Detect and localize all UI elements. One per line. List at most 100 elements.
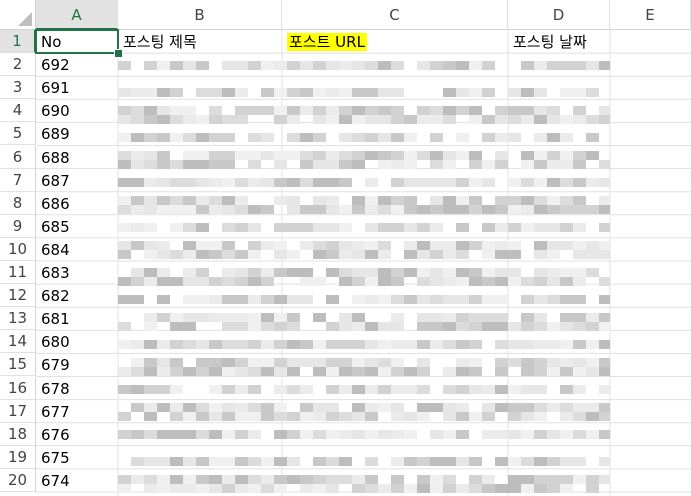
row-header-19[interactable]: 19 [0,445,36,469]
row-header-7[interactable]: 7 [0,168,36,192]
redaction-block [183,106,196,115]
redaction-block [547,205,560,214]
redaction-block [599,430,610,439]
row-header-12[interactable]: 12 [0,284,36,308]
row-header-4[interactable]: 4 [0,99,36,123]
cell-a6[interactable]: 688 [36,146,118,169]
cell-a19[interactable]: 675 [36,446,118,469]
row-header-2[interactable]: 2 [0,53,36,77]
redaction-block [287,295,300,304]
redaction-block [547,475,560,484]
redaction-block [274,61,287,70]
cell-a15[interactable]: 679 [36,353,118,376]
row-header-11[interactable]: 11 [0,261,36,285]
select-all-button[interactable] [0,0,36,30]
cell-a5[interactable]: 689 [36,122,118,145]
redaction-block [404,151,417,160]
redaction-block [430,115,443,124]
spreadsheet-grid[interactable]: ABCDE 1 2 3 4 5 6 7 8 9 10 11 12 13 14 15 16 17 18 19 20 No… [0,0,691,496]
column-header-c[interactable]: C [282,0,508,30]
cell-c1[interactable]: 포스트 URL [282,30,508,53]
row-header-1[interactable]: 1 [0,30,36,54]
column-header-d[interactable]: D [508,0,610,30]
row-header-13[interactable]: 13 [0,307,36,331]
redaction-block [508,223,521,232]
cell-a3[interactable]: 691 [36,76,118,99]
cell-a18[interactable]: 676 [36,423,118,446]
redaction-block [508,205,521,214]
redaction-block [482,475,495,484]
redaction-block [430,475,443,484]
redaction-block [391,403,404,412]
redaction-block [443,367,456,376]
cell-a13[interactable]: 681 [36,307,118,330]
redaction-block [300,484,313,493]
redaction-block [144,115,157,124]
redaction-block [365,277,378,286]
active-cell-a1[interactable] [35,29,119,54]
row-header-3[interactable]: 3 [0,76,36,100]
cell-a7[interactable]: 687 [36,169,118,192]
redaction-block [287,88,300,97]
redaction-block [404,457,417,466]
cell-a11[interactable]: 683 [36,261,118,284]
redaction-block [508,430,521,439]
redaction-block [547,457,560,466]
row-header-18[interactable]: 18 [0,422,36,446]
row-header-20[interactable]: 20 [0,468,36,492]
column-header-e[interactable]: E [610,0,691,30]
redaction-block [365,133,378,142]
fill-handle[interactable] [114,49,123,58]
redaction-block [157,403,170,412]
cell-a9[interactable]: 685 [36,215,118,238]
redaction-block [482,277,495,286]
redaction-block [443,61,456,70]
cell-a20[interactable]: 674 [36,469,118,492]
redaction-block [534,241,547,250]
redaction-block [144,412,157,421]
redaction-block [521,322,534,331]
cell-a14[interactable]: 680 [36,330,118,353]
redaction-block [261,295,274,304]
cell-a2[interactable]: 692 [36,53,118,76]
redaction-block [222,268,235,277]
cell-a12[interactable]: 682 [36,284,118,307]
row-header-9[interactable]: 9 [0,214,36,238]
cell-a17[interactable]: 677 [36,400,118,423]
redaction-block [300,160,313,169]
column-header-b[interactable]: B [118,0,282,30]
redaction-block [274,160,287,169]
redaction-block [352,196,365,205]
redaction-block [222,160,235,169]
row-header-14[interactable]: 14 [0,330,36,354]
column-header-a[interactable]: A [36,0,118,30]
redaction-block [209,385,222,394]
cell-d1[interactable]: 포스팅 날짜 [508,30,610,53]
row-header-16[interactable]: 16 [0,376,36,400]
redaction-block [222,457,235,466]
redaction-block [118,322,131,331]
row-header-8[interactable]: 8 [0,191,36,215]
redaction-block [300,358,313,367]
redaction-block [573,403,586,412]
row-header-10[interactable]: 10 [0,237,36,261]
cell-a4[interactable]: 690 [36,99,118,122]
redaction-block [430,268,443,277]
redaction-block [430,295,443,304]
row-header-15[interactable]: 15 [0,353,36,377]
redaction-block [508,277,521,286]
redaction-block [118,196,131,205]
row-header-17[interactable]: 17 [0,399,36,423]
redaction-block [196,475,209,484]
row-header-5[interactable]: 5 [0,122,36,146]
cell-a8[interactable]: 686 [36,192,118,215]
redaction-block [287,196,300,205]
cell-b1[interactable]: 포스팅 제목 [118,30,282,53]
redaction-block [131,106,144,115]
redaction-block [209,313,222,322]
cell-a10[interactable]: 684 [36,238,118,261]
cell-a16[interactable]: 678 [36,377,118,400]
row-header-6[interactable]: 6 [0,145,36,169]
redaction-block [209,430,222,439]
redaction-block [326,196,339,205]
